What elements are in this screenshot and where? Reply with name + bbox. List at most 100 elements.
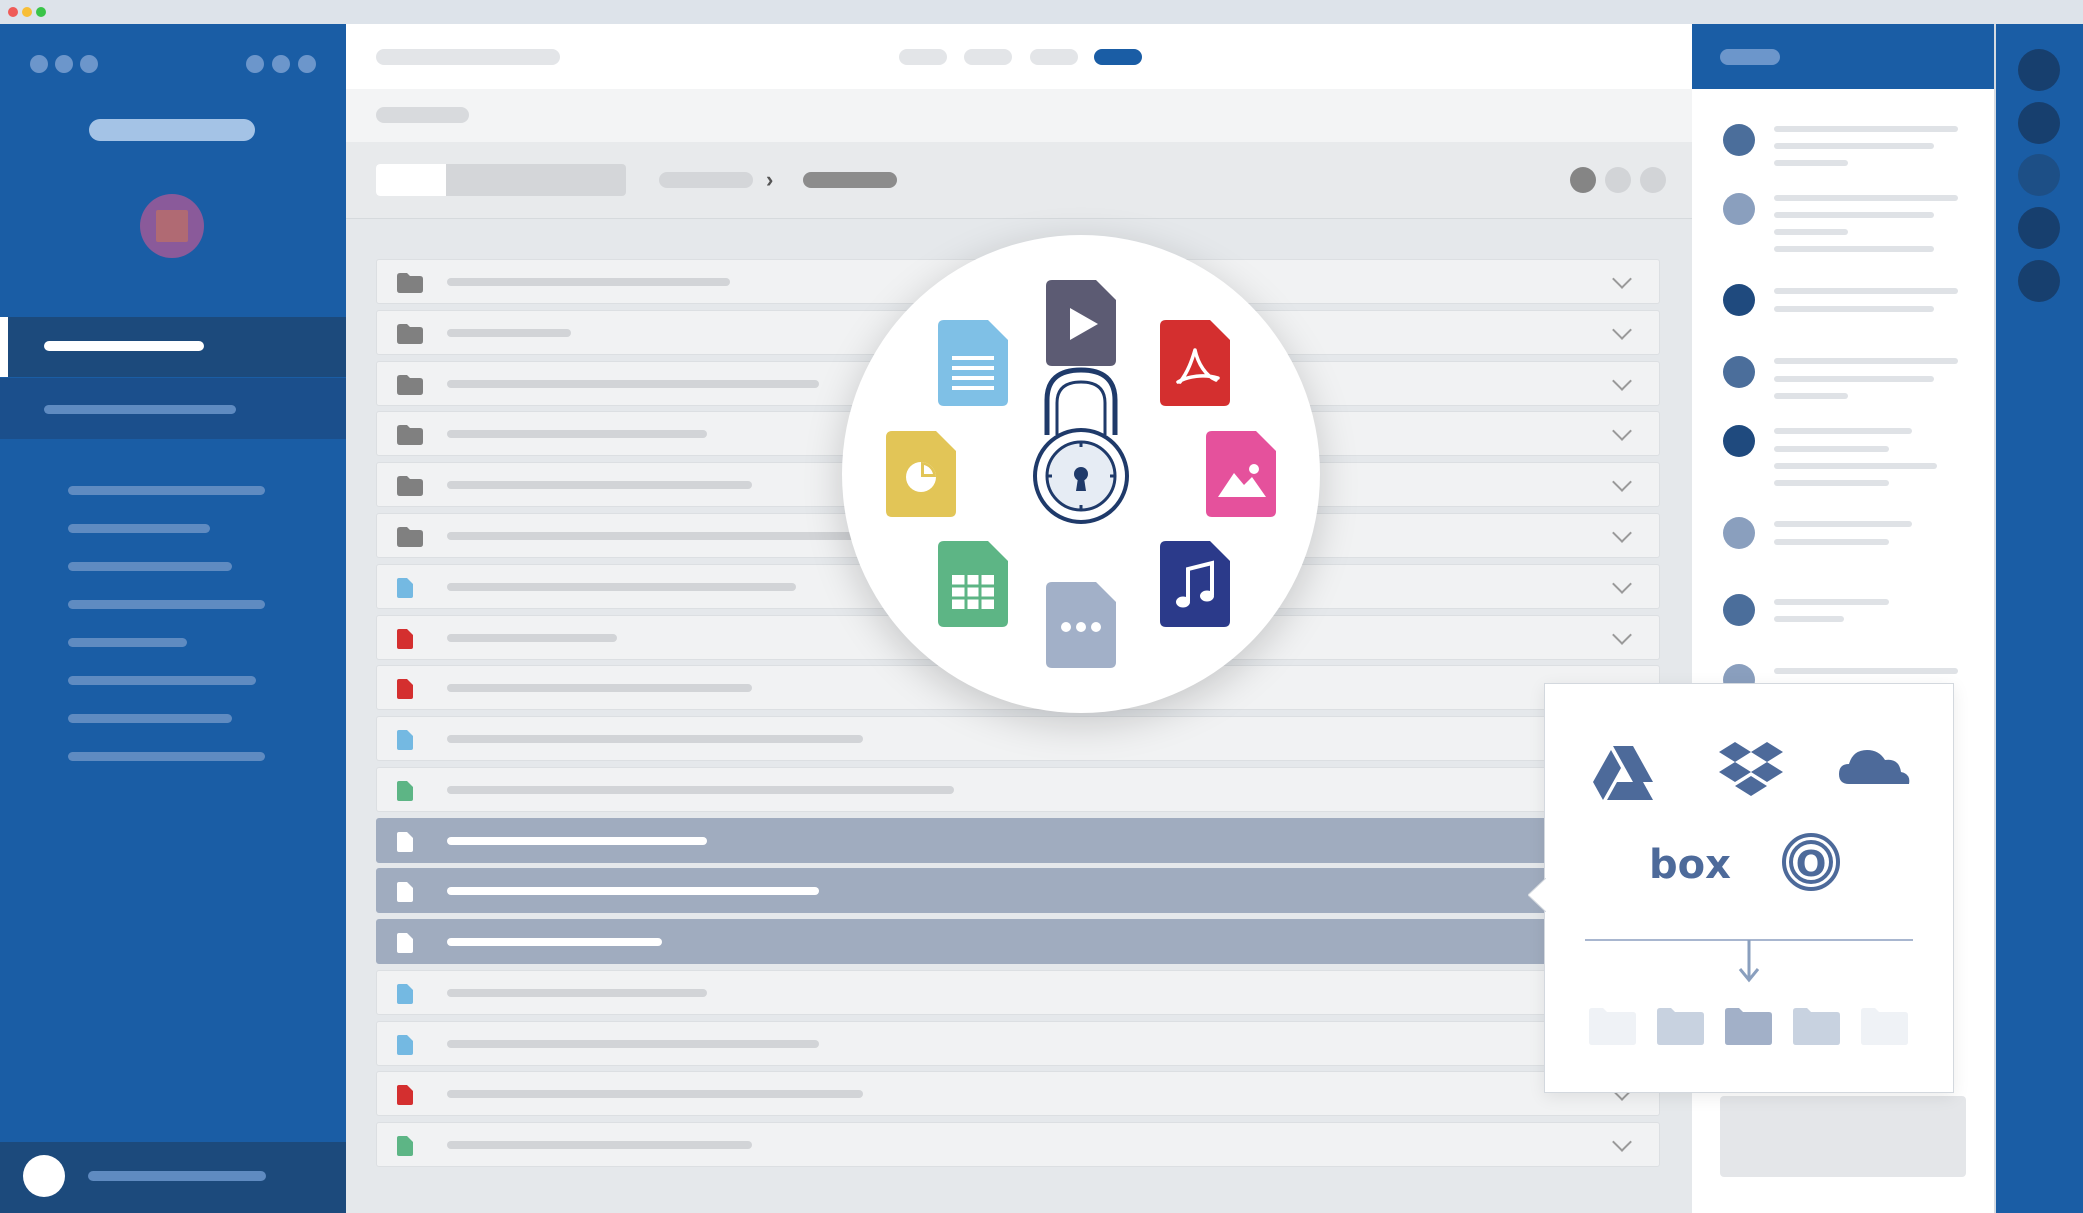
file-row[interactable] [376,1122,1660,1167]
sidebar-dot-icon[interactable] [272,55,290,73]
view-tab[interactable] [899,49,947,65]
account-icon[interactable] [2018,207,2060,249]
section-label [376,107,469,123]
activity-text [1774,668,1958,674]
file-name [447,989,707,997]
user-avatar-icon[interactable] [140,194,204,258]
file-row[interactable] [376,1071,1660,1116]
account-icon[interactable] [2018,154,2060,196]
padlock-icon [1033,367,1129,524]
sidebar-item-folder[interactable] [68,486,265,495]
maximize-window-button[interactable] [36,7,46,17]
file-row-selected[interactable] [376,919,1660,964]
activity-avatar[interactable] [1723,193,1755,225]
file-row[interactable] [376,970,1660,1015]
activity-avatar[interactable] [1723,356,1755,388]
chevron-down-icon[interactable] [1612,320,1632,340]
sidebar-item-folder[interactable] [68,562,232,571]
sidebar-item-folder[interactable] [68,752,265,761]
activity-text [1774,306,1934,312]
file-name [447,938,662,946]
sidebar-item-folder[interactable] [68,600,265,609]
file-row-selected[interactable] [376,818,1660,863]
chevron-down-icon[interactable] [1612,421,1632,441]
sidebar-item-folder[interactable] [68,676,256,685]
file-name [447,430,707,438]
file-row[interactable] [376,767,1660,812]
chevron-down-icon[interactable] [1612,269,1632,289]
activity-panel-title [1720,49,1780,65]
activity-avatar[interactable] [1723,284,1755,316]
account-icon[interactable] [2018,102,2060,144]
file-name [447,481,752,489]
view-tab-active[interactable] [1094,49,1142,65]
user-status-icon[interactable] [23,1155,65,1197]
dropbox-icon[interactable] [1719,742,1783,796]
file-name [447,329,571,337]
sidebar-item-folder[interactable] [68,524,210,533]
folder-icon [1725,1008,1772,1045]
folder-icon [397,375,423,395]
file-name [447,837,707,845]
breadcrumb-parent[interactable] [659,172,753,188]
account-icon[interactable] [2018,49,2060,91]
sidebar-item-folder[interactable] [68,638,187,647]
activity-avatar[interactable] [1723,124,1755,156]
sidebar-item-folder[interactable] [68,714,232,723]
sidebar-dot-icon[interactable] [80,55,98,73]
file-name [447,1141,752,1149]
activity-text [1774,428,1912,434]
file-name [447,786,954,794]
video-file-icon [1046,280,1116,366]
file-row[interactable] [376,716,1660,761]
activity-panel-footer [1720,1096,1966,1177]
activity-avatar[interactable] [1723,517,1755,549]
activity-text [1774,539,1889,545]
google-drive-icon[interactable] [1593,746,1653,800]
minimize-window-button[interactable] [22,7,32,17]
chevron-down-icon[interactable] [1612,523,1632,543]
file-row-selected[interactable] [376,868,1660,913]
file-name [447,887,819,895]
box-icon[interactable]: box [1649,842,1731,888]
account-icon[interactable] [2018,260,2060,302]
toolbar-action-icon[interactable] [1640,167,1666,193]
account-name [89,119,255,141]
sidebar-dot-icon[interactable] [298,55,316,73]
folder-icon [397,476,423,496]
chevron-down-icon[interactable] [1612,625,1632,645]
activity-avatar[interactable] [1723,594,1755,626]
file-row[interactable] [376,1021,1660,1066]
chevron-down-icon[interactable] [1612,472,1632,492]
close-window-button[interactable] [8,7,18,17]
activity-text [1774,229,1848,235]
activity-avatar[interactable] [1723,425,1755,457]
owncloud-icon[interactable]: O [1782,833,1840,891]
view-tab[interactable] [1030,49,1078,65]
chevron-down-icon[interactable] [1612,1132,1632,1152]
window-titlebar [0,0,2083,24]
onedrive-icon[interactable] [1839,750,1910,784]
location-title [376,49,560,65]
toolbar-action-icon[interactable] [1605,167,1631,193]
activity-text [1774,446,1889,452]
box-label: box [1649,842,1731,888]
activity-text [1774,358,1958,364]
folder-icon [1657,1008,1704,1045]
folder-icon [1589,1008,1636,1045]
sidebar-dot-icon[interactable] [55,55,73,73]
pdf-file-icon [397,629,413,649]
chevron-down-icon[interactable] [1612,371,1632,391]
sidebar-dot-icon[interactable] [246,55,264,73]
arrow-down-icon [1738,940,1760,983]
chevron-down-icon[interactable] [1612,574,1632,594]
breadcrumb-separator: › [766,167,774,192]
sidebar-item-label [44,341,204,351]
search-field[interactable] [376,164,626,196]
search-input[interactable] [376,164,446,196]
other-file-icon [1046,582,1116,668]
toolbar-action-icon[interactable] [1570,167,1596,193]
sidebar-dot-icon[interactable] [30,55,48,73]
view-tab[interactable] [964,49,1012,65]
activity-text [1774,143,1934,149]
